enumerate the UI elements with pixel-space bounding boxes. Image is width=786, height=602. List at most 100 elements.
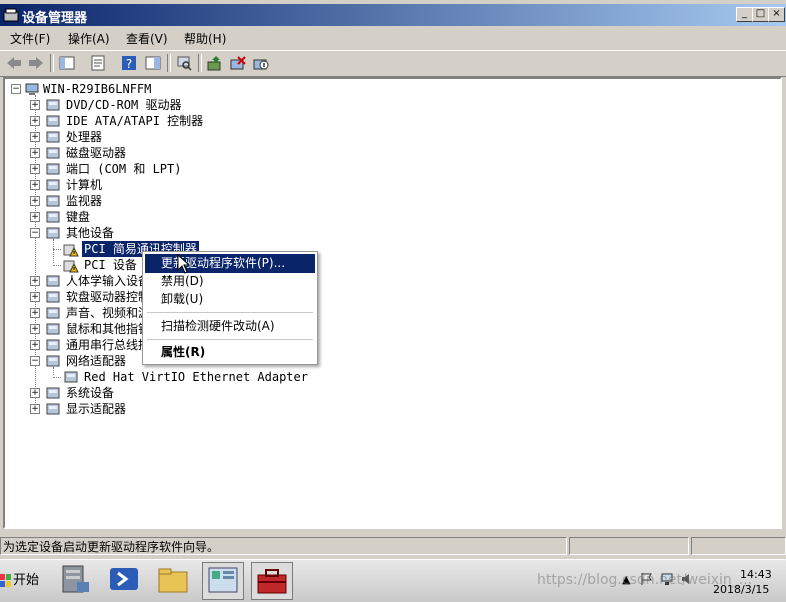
tree-category-item[interactable]: IDE ATA/ATAPI 控制器: [64, 113, 205, 129]
context-disable[interactable]: 禁用(D): [145, 272, 315, 291]
tree-expander[interactable]: +: [30, 180, 40, 190]
tree-connector: [53, 239, 54, 263]
status-panel: [691, 537, 786, 555]
powershell-icon[interactable]: [104, 562, 146, 600]
computer-icon: [46, 179, 60, 191]
monitor-icon: [46, 195, 60, 207]
menu-view[interactable]: 查看(V): [126, 30, 168, 47]
warning-device-icon: [63, 260, 79, 273]
sound-icon: [46, 307, 60, 319]
explorer-icon[interactable]: [153, 562, 195, 600]
dvd-drive-icon: [46, 99, 60, 111]
update-driver-icon[interactable]: [206, 54, 224, 72]
mouse-icon: [46, 323, 60, 335]
tree-category-item[interactable]: 人体学输入设备: [64, 273, 152, 289]
window-title: 设备管理器: [22, 11, 88, 26]
server-manager-icon[interactable]: [55, 562, 97, 600]
context-update-driver[interactable]: 更新驱动程序软件(P)...: [145, 254, 315, 273]
start-label: 开始: [13, 573, 40, 588]
tree-category-item[interactable]: 计算机: [64, 177, 104, 193]
device-tree[interactable]: − WIN-R29IB6LNFFM + DVD/CD-ROM 驱动器 + IDE AT…: [3, 77, 782, 529]
tree-connector: [53, 249, 61, 250]
tree-expander[interactable]: +: [30, 292, 40, 302]
svg-text:?: ?: [126, 57, 132, 71]
tree-device-item[interactable]: PCI 设备: [82, 257, 139, 273]
menu-separator: [147, 339, 313, 340]
close-button[interactable]: ×: [768, 7, 785, 22]
status-panel: [569, 537, 689, 555]
tree-category-item[interactable]: 网络适配器: [64, 353, 128, 369]
tree-category-item[interactable]: 键盘: [64, 209, 92, 225]
tree-expander[interactable]: +: [30, 100, 40, 110]
warning-device-icon: [63, 244, 79, 257]
tree-expander[interactable]: +: [30, 116, 40, 126]
other-devices-icon: [46, 227, 60, 239]
back-icon[interactable]: [5, 54, 23, 72]
tree-category-item[interactable]: 监视器: [64, 193, 104, 209]
tree-expander[interactable]: +: [30, 404, 40, 414]
tree-expander[interactable]: +: [30, 148, 40, 158]
tree-category-item[interactable]: 端口 (COM 和 LPT): [64, 161, 183, 177]
tree-expander[interactable]: +: [30, 276, 40, 286]
tree-expander[interactable]: −: [30, 228, 40, 238]
menu-help[interactable]: 帮助(H): [184, 30, 226, 47]
menu-separator: [147, 312, 313, 313]
tree-category-item[interactable]: 系统设备: [64, 385, 116, 401]
tree-category-item[interactable]: 处理器: [64, 129, 104, 145]
menu-bar: 文件(F) 操作(A) 查看(V) 帮助(H): [0, 27, 786, 49]
system-devices-icon: [46, 387, 60, 399]
minimize-button[interactable]: _: [736, 7, 753, 22]
context-scan[interactable]: 扫描检测硬件改动(A): [145, 317, 315, 336]
menu-file[interactable]: 文件(F): [10, 30, 50, 47]
show-action-pane-icon[interactable]: [144, 54, 162, 72]
tree-expander[interactable]: +: [30, 308, 40, 318]
processor-icon: [46, 131, 60, 143]
computer-icon: [25, 83, 39, 95]
keyboard-icon: [46, 211, 60, 223]
tree-connector: [53, 265, 61, 266]
start-button[interactable]: 开始: [0, 565, 40, 597]
tree-device-item[interactable]: Red Hat VirtIO Ethernet Adapter: [82, 369, 310, 385]
properties-icon[interactable]: [89, 54, 107, 72]
tree-expander[interactable]: +: [30, 340, 40, 350]
network-card-icon: [64, 371, 78, 383]
tree-expander[interactable]: +: [30, 388, 40, 398]
tree-category-item[interactable]: DVD/CD-ROM 驱动器: [64, 97, 183, 113]
context-properties[interactable]: 属性(R): [145, 343, 315, 362]
context-menu: 更新驱动程序软件(P)... 禁用(D) 卸载(U) 扫描检测硬件改动(A) 属…: [142, 251, 318, 365]
help-icon[interactable]: ?: [120, 54, 138, 72]
tree-category-item[interactable]: 其他设备: [64, 225, 116, 241]
status-text: 为选定设备启动更新驱动程序软件向导。: [0, 537, 567, 555]
tree-root[interactable]: WIN-R29IB6LNFFM: [43, 81, 151, 97]
control-panel-icon[interactable]: [202, 562, 244, 600]
toolbar-separator: [50, 54, 54, 72]
title-bar[interactable]: 设备管理器 _ □ ×: [0, 4, 786, 26]
tree-expander[interactable]: −: [11, 84, 21, 94]
device-manager-window: 设备管理器 _ □ × 文件(F) 操作(A) 查看(V) 帮助(H) ? − …: [0, 0, 786, 559]
disable-icon[interactable]: [252, 54, 270, 72]
tree-connector: [53, 377, 61, 378]
tree-expander[interactable]: +: [30, 324, 40, 334]
tree-category-item[interactable]: 磁盘驱动器: [64, 145, 128, 161]
mouse-cursor-icon: [177, 254, 191, 274]
scan-hardware-icon[interactable]: [175, 54, 193, 72]
show-hide-console-tree-icon[interactable]: [58, 54, 76, 72]
tree-expander[interactable]: +: [30, 132, 40, 142]
toolbox-icon[interactable]: [251, 562, 293, 600]
forward-icon[interactable]: [27, 54, 45, 72]
ide-controller-icon: [46, 115, 60, 127]
device-manager-icon: [3, 8, 19, 22]
usb-icon: [46, 339, 60, 351]
watermark-text: https://blog.csdn.net/weixin_...: [537, 572, 753, 588]
uninstall-icon[interactable]: [229, 54, 247, 72]
tree-expander[interactable]: +: [30, 196, 40, 206]
menu-action[interactable]: 操作(A): [68, 30, 110, 47]
context-uninstall[interactable]: 卸载(U): [145, 290, 315, 309]
tree-expander[interactable]: +: [30, 212, 40, 222]
maximize-button[interactable]: □: [752, 7, 769, 22]
tree-category-item[interactable]: 显示适配器: [64, 401, 128, 417]
hid-icon: [46, 275, 60, 287]
tree-expander[interactable]: +: [30, 164, 40, 174]
windows-logo-icon: [0, 574, 11, 587]
tree-expander[interactable]: −: [30, 356, 40, 366]
